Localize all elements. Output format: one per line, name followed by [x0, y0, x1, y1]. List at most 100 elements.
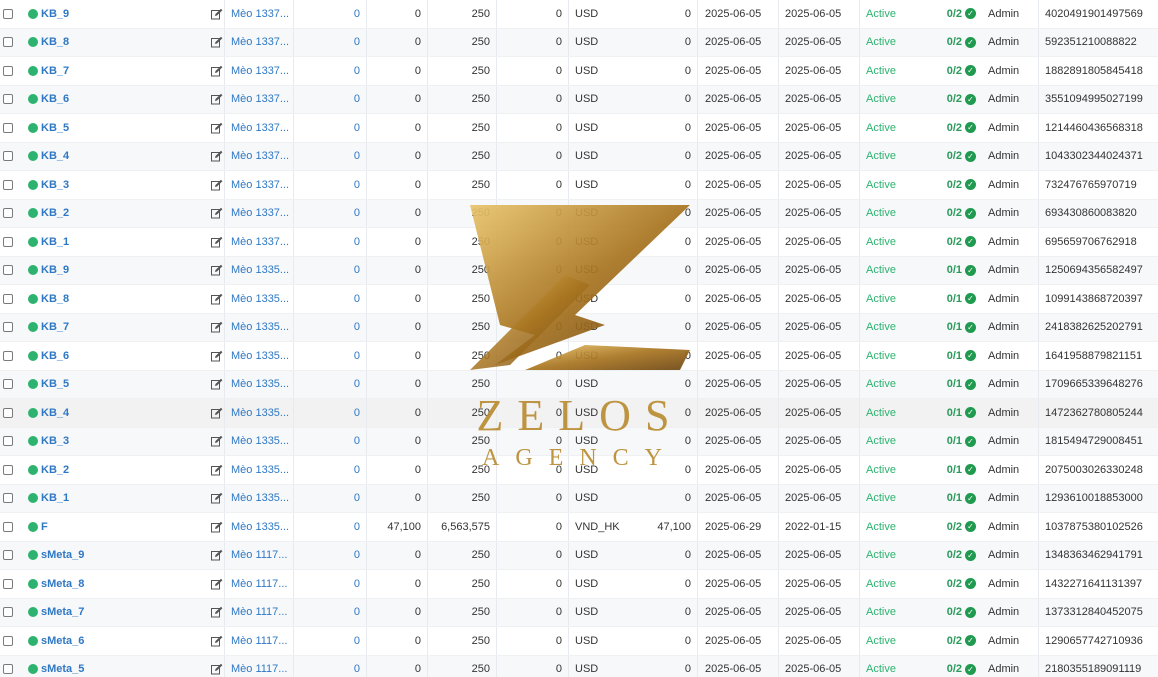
edit-icon[interactable]	[210, 342, 224, 370]
table-row[interactable]: sMeta_7 Mèo 1117... 0 0 250 0 USD 0 2025-06-05 20…	[0, 598, 1158, 627]
row-checkbox[interactable]	[3, 627, 14, 655]
bm-link[interactable]: Mèo 1335...	[231, 314, 293, 342]
row-checkbox[interactable]	[3, 285, 14, 313]
edit-icon[interactable]	[210, 314, 224, 342]
account-name-link[interactable]: KB_4	[28, 399, 178, 427]
account-name-link[interactable]: KB_6	[28, 86, 178, 114]
account-name-link[interactable]: F	[28, 513, 178, 541]
checkbox-icon[interactable]	[3, 635, 13, 646]
account-name-link[interactable]: KB_7	[28, 57, 178, 85]
bm-link[interactable]: Mèo 1335...	[231, 257, 293, 285]
account-name-link[interactable]: sMeta_7	[28, 599, 178, 627]
count-link[interactable]: 0	[294, 257, 360, 285]
bm-link[interactable]: Mèo 1337...	[231, 114, 293, 142]
edit-icon[interactable]	[210, 114, 224, 142]
account-name-link[interactable]: KB_9	[28, 0, 178, 28]
bm-link[interactable]: Mèo 1337...	[231, 200, 293, 228]
account-name-link[interactable]: KB_1	[28, 228, 178, 256]
table-row[interactable]: KB_1 Mèo 1337... 0 0 250 0 USD 0 2025-06-05 2025-…	[0, 228, 1158, 257]
bm-link[interactable]: Mèo 1337...	[231, 57, 293, 85]
count-link[interactable]: 0	[294, 656, 360, 677]
checkbox-icon[interactable]	[3, 436, 13, 447]
table-row[interactable]: KB_8 Mèo 1337... 0 0 250 0 USD 0 2025-06-05 2025-…	[0, 28, 1158, 57]
row-checkbox[interactable]	[3, 114, 14, 142]
count-link[interactable]: 0	[294, 542, 360, 570]
row-checkbox[interactable]	[3, 57, 14, 85]
edit-icon[interactable]	[210, 29, 224, 57]
account-name-link[interactable]: KB_6	[28, 342, 178, 370]
bm-link[interactable]: Mèo 1335...	[231, 485, 293, 513]
row-checkbox[interactable]	[3, 371, 14, 399]
table-row[interactable]: F Mèo 1335... 0 47,100 6,563,575 0 VND_HK 47,10…	[0, 513, 1158, 542]
checkbox-icon[interactable]	[3, 578, 13, 589]
table-row[interactable]: KB_6 Mèo 1335... 0 0 250 0 USD 0 2025-06-05 2025-…	[0, 342, 1158, 371]
account-name-link[interactable]: sMeta_9	[28, 542, 178, 570]
table-row[interactable]: KB_2 Mèo 1337... 0 0 250 0 USD 0 2025-06-05 2025-…	[0, 199, 1158, 228]
edit-icon[interactable]	[210, 371, 224, 399]
row-checkbox[interactable]	[3, 228, 14, 256]
row-checkbox[interactable]	[3, 399, 14, 427]
edit-icon[interactable]	[210, 513, 224, 541]
table-row[interactable]: KB_8 Mèo 1335... 0 0 250 0 USD 0 2025-06-05 2025-…	[0, 285, 1158, 314]
count-link[interactable]: 0	[294, 342, 360, 370]
table-row[interactable]: KB_7 Mèo 1337... 0 0 250 0 USD 0 2025-06-05 2025-…	[0, 57, 1158, 86]
row-checkbox[interactable]	[3, 599, 14, 627]
row-checkbox[interactable]	[3, 542, 14, 570]
account-name-link[interactable]: KB_3	[28, 171, 178, 199]
bm-link[interactable]: Mèo 1335...	[231, 428, 293, 456]
bm-link[interactable]: Mèo 1337...	[231, 86, 293, 114]
row-checkbox[interactable]	[3, 86, 14, 114]
account-name-link[interactable]: KB_8	[28, 285, 178, 313]
bm-link[interactable]: Mèo 1337...	[231, 143, 293, 171]
bm-link[interactable]: Mèo 1337...	[231, 228, 293, 256]
edit-icon[interactable]	[210, 656, 224, 677]
bm-link[interactable]: Mèo 1117...	[231, 570, 293, 598]
checkbox-icon[interactable]	[3, 8, 13, 19]
account-name-link[interactable]: KB_8	[28, 29, 178, 57]
row-checkbox[interactable]	[3, 314, 14, 342]
table-row[interactable]: sMeta_6 Mèo 1117... 0 0 250 0 USD 0 2025-06-05 20…	[0, 627, 1158, 656]
account-name-link[interactable]: sMeta_8	[28, 570, 178, 598]
table-row[interactable]: sMeta_8 Mèo 1117... 0 0 250 0 USD 0 2025-06-05 20…	[0, 570, 1158, 599]
edit-icon[interactable]	[210, 627, 224, 655]
count-link[interactable]: 0	[294, 86, 360, 114]
row-checkbox[interactable]	[3, 29, 14, 57]
bm-link[interactable]: Mèo 1335...	[231, 285, 293, 313]
count-link[interactable]: 0	[294, 485, 360, 513]
checkbox-icon[interactable]	[3, 521, 13, 532]
checkbox-icon[interactable]	[3, 122, 13, 133]
account-name-link[interactable]: KB_5	[28, 371, 178, 399]
row-checkbox[interactable]	[3, 513, 14, 541]
row-checkbox[interactable]	[3, 485, 14, 513]
row-checkbox[interactable]	[3, 171, 14, 199]
checkbox-icon[interactable]	[3, 350, 13, 361]
count-link[interactable]: 0	[294, 285, 360, 313]
count-link[interactable]: 0	[294, 599, 360, 627]
checkbox-icon[interactable]	[3, 607, 13, 618]
account-name-link[interactable]: KB_5	[28, 114, 178, 142]
account-name-link[interactable]: KB_2	[28, 456, 178, 484]
count-link[interactable]: 0	[294, 570, 360, 598]
edit-icon[interactable]	[210, 171, 224, 199]
count-link[interactable]: 0	[294, 171, 360, 199]
bm-link[interactable]: Mèo 1337...	[231, 171, 293, 199]
checkbox-icon[interactable]	[3, 664, 13, 675]
edit-icon[interactable]	[210, 285, 224, 313]
edit-icon[interactable]	[210, 143, 224, 171]
checkbox-icon[interactable]	[3, 407, 13, 418]
edit-icon[interactable]	[210, 485, 224, 513]
table-row[interactable]: sMeta_5 Mèo 1117... 0 0 250 0 USD 0 2025-06-05 20…	[0, 655, 1158, 677]
bm-link[interactable]: Mèo 1335...	[231, 513, 293, 541]
account-name-link[interactable]: KB_9	[28, 257, 178, 285]
account-name-link[interactable]: KB_7	[28, 314, 178, 342]
edit-icon[interactable]	[210, 456, 224, 484]
count-link[interactable]: 0	[294, 371, 360, 399]
count-link[interactable]: 0	[294, 428, 360, 456]
row-checkbox[interactable]	[3, 200, 14, 228]
account-name-link[interactable]: KB_1	[28, 485, 178, 513]
checkbox-icon[interactable]	[3, 322, 13, 333]
count-link[interactable]: 0	[294, 399, 360, 427]
edit-icon[interactable]	[210, 86, 224, 114]
edit-icon[interactable]	[210, 570, 224, 598]
count-link[interactable]: 0	[294, 513, 360, 541]
